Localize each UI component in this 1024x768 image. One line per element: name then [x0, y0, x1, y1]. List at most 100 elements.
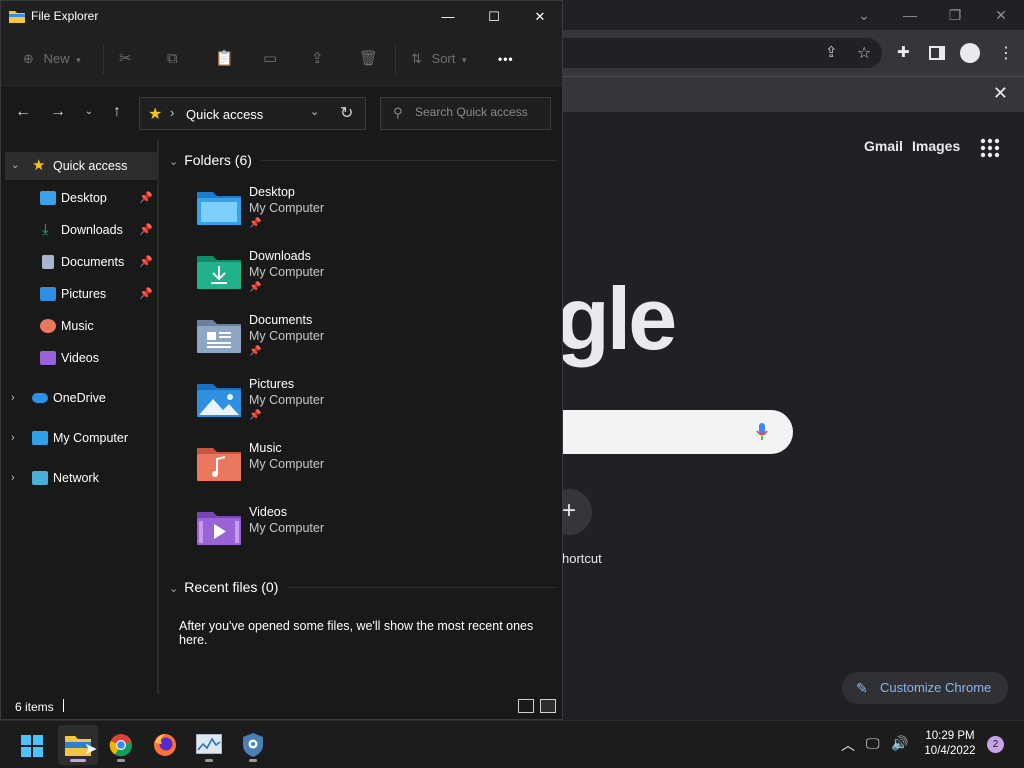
new-button[interactable]: ⊕ New ▾	[23, 49, 81, 69]
nav-item-music[interactable]: Music	[5, 312, 157, 340]
folders-group-header[interactable]: ⌄ Folders (6)	[169, 152, 252, 168]
start-button[interactable]	[12, 725, 52, 765]
folder-location: My Computer	[249, 265, 325, 279]
nav-item-network[interactable]: › Network	[5, 464, 157, 492]
folder-tile-desktop[interactable]: Desktop My Computer 📌	[197, 183, 497, 243]
chevron-up-icon[interactable]: ︿	[841, 735, 855, 755]
notification-badge[interactable]: 2	[987, 736, 1004, 753]
search-icon: ⚲	[393, 105, 403, 120]
computer-icon	[32, 431, 48, 445]
chrome-minimize-button[interactable]: —	[898, 4, 922, 26]
add-shortcut-label: hortcut	[562, 551, 602, 566]
pin-icon[interactable]: 📌	[139, 248, 153, 276]
network-status-icon[interactable]: 🖵	[866, 735, 880, 752]
bookmark-star-icon[interactable]: ☆	[857, 43, 877, 63]
customize-chrome-label: Customize Chrome	[880, 680, 992, 695]
chevron-right-icon[interactable]: ›	[11, 424, 15, 452]
chevron-down-icon[interactable]: ⌄	[169, 583, 178, 595]
folder-tile-documents[interactable]: Documents My Computer 📌	[197, 311, 497, 371]
forward-icon[interactable]: →	[48, 103, 68, 121]
extensions-icon[interactable]: ✚	[897, 43, 917, 63]
customize-chrome-button[interactable]: ✎ Customize Chrome	[842, 672, 1008, 704]
side-panel-icon[interactable]	[929, 46, 945, 60]
pin-icon[interactable]: 📌	[139, 184, 153, 212]
rename-icon[interactable]: ▭	[263, 49, 277, 69]
chevron-right-icon[interactable]: ›	[11, 464, 15, 492]
network-icon	[32, 471, 48, 485]
address-box[interactable]: ★ › Quick access ⌄ ↻	[139, 97, 366, 130]
share-icon[interactable]: ⇪	[311, 49, 324, 69]
maximize-button[interactable]: ☐	[471, 1, 517, 32]
folder-tile-music[interactable]: Music My Computer	[197, 439, 497, 499]
clock-time: 10:29 PM	[925, 730, 975, 742]
recent-locations-icon[interactable]: ⌄	[79, 106, 99, 117]
folder-tile-pictures[interactable]: Pictures My Computer 📌	[197, 375, 497, 435]
sort-button[interactable]: ⇅ Sort ▾	[411, 49, 467, 69]
share-icon[interactable]: ⇪	[825, 43, 845, 63]
close-button[interactable]: ✕	[517, 1, 563, 32]
explorer-body: ⌄ ★ Quick access Desktop 📌 ⤓ Downloads 📌…	[1, 139, 562, 694]
refresh-icon[interactable]: ↻	[340, 103, 353, 123]
clock[interactable]: 10:29 PM 10/4/2022	[920, 729, 980, 759]
taskbar-chrome[interactable]	[101, 725, 141, 765]
folder-name: Downloads	[249, 249, 311, 263]
more-options-icon[interactable]: •••	[498, 49, 514, 69]
back-icon[interactable]: ←	[13, 103, 33, 121]
copy-icon[interactable]: ⧉	[167, 49, 178, 69]
tiles-view-icon[interactable]	[540, 699, 556, 713]
up-icon[interactable]: ↑	[107, 103, 127, 121]
address-bar-row: ← → ⌄ ↑ ★ › Quick access ⌄ ↻ ⚲	[1, 86, 562, 138]
chevron-right-icon[interactable]: ›	[11, 384, 15, 412]
nav-item-quick-access[interactable]: ⌄ ★ Quick access	[5, 152, 157, 180]
nav-item-onedrive[interactable]: › OneDrive	[5, 384, 157, 412]
chrome-menu-icon[interactable]: ⋮	[998, 43, 1018, 63]
nav-item-pictures[interactable]: Pictures 📌	[5, 280, 157, 308]
taskbar-security-app[interactable]	[233, 725, 273, 765]
item-count: 6 items	[15, 700, 54, 714]
nav-item-my-computer[interactable]: › My Computer	[5, 424, 157, 452]
volume-icon[interactable]: 🔊	[891, 735, 908, 752]
microphone-icon[interactable]	[756, 422, 768, 442]
chevron-down-icon[interactable]: ⌄	[11, 152, 19, 180]
chrome-restore-button[interactable]: ❐	[943, 4, 967, 26]
explorer-titlebar[interactable]: File Explorer — ☐ ✕	[1, 1, 562, 32]
active-indicator	[70, 759, 86, 762]
nav-label: Network	[53, 471, 99, 485]
delete-icon[interactable]: 🗑	[359, 49, 378, 69]
navigation-pane: ⌄ ★ Quick access Desktop 📌 ⤓ Downloads 📌…	[1, 139, 159, 694]
running-indicator	[117, 759, 125, 762]
profile-avatar-icon[interactable]	[960, 43, 980, 63]
chevron-down-icon[interactable]: ⌄	[169, 156, 178, 168]
nav-item-documents[interactable]: Documents 📌	[5, 248, 157, 276]
address-dropdown-icon[interactable]: ⌄	[310, 105, 319, 118]
folder-tile-videos[interactable]: Videos My Computer	[197, 503, 497, 563]
folder-tile-downloads[interactable]: Downloads My Computer 📌	[197, 247, 497, 307]
cut-icon[interactable]: ✂	[119, 49, 132, 69]
recent-files-group-header[interactable]: ⌄ Recent files (0)	[169, 579, 278, 595]
pencil-icon: ✎	[856, 680, 868, 696]
new-icon: ⊕	[23, 51, 34, 66]
nav-item-desktop[interactable]: Desktop 📌	[5, 184, 157, 212]
chrome-tab-search-icon[interactable]: ⌄	[852, 4, 876, 26]
nav-item-downloads[interactable]: ⤓ Downloads 📌	[5, 216, 157, 244]
apps-grid-icon[interactable]	[980, 138, 1000, 158]
search-box[interactable]: ⚲	[380, 97, 551, 130]
videos-icon	[40, 351, 56, 365]
details-view-icon[interactable]	[518, 699, 534, 713]
minimize-button[interactable]: —	[425, 1, 471, 32]
taskbar-resource-monitor[interactable]	[189, 725, 229, 765]
folder-location: My Computer	[249, 329, 325, 343]
paste-icon[interactable]: 📋	[215, 49, 234, 69]
gmail-link[interactable]: Gmail	[864, 138, 903, 154]
sort-label: Sort	[431, 51, 456, 66]
nav-item-videos[interactable]: Videos	[5, 344, 157, 372]
pin-icon[interactable]: 📌	[139, 216, 153, 244]
images-link[interactable]: Images	[912, 138, 960, 154]
chevron-right-icon: ›	[170, 105, 175, 120]
search-input[interactable]	[415, 105, 545, 119]
close-icon[interactable]: ✕	[993, 83, 1008, 104]
shield-icon	[243, 733, 263, 757]
chrome-close-button[interactable]: ✕	[989, 4, 1013, 26]
taskbar-firefox[interactable]	[145, 725, 185, 765]
pin-icon[interactable]: 📌	[139, 280, 153, 308]
